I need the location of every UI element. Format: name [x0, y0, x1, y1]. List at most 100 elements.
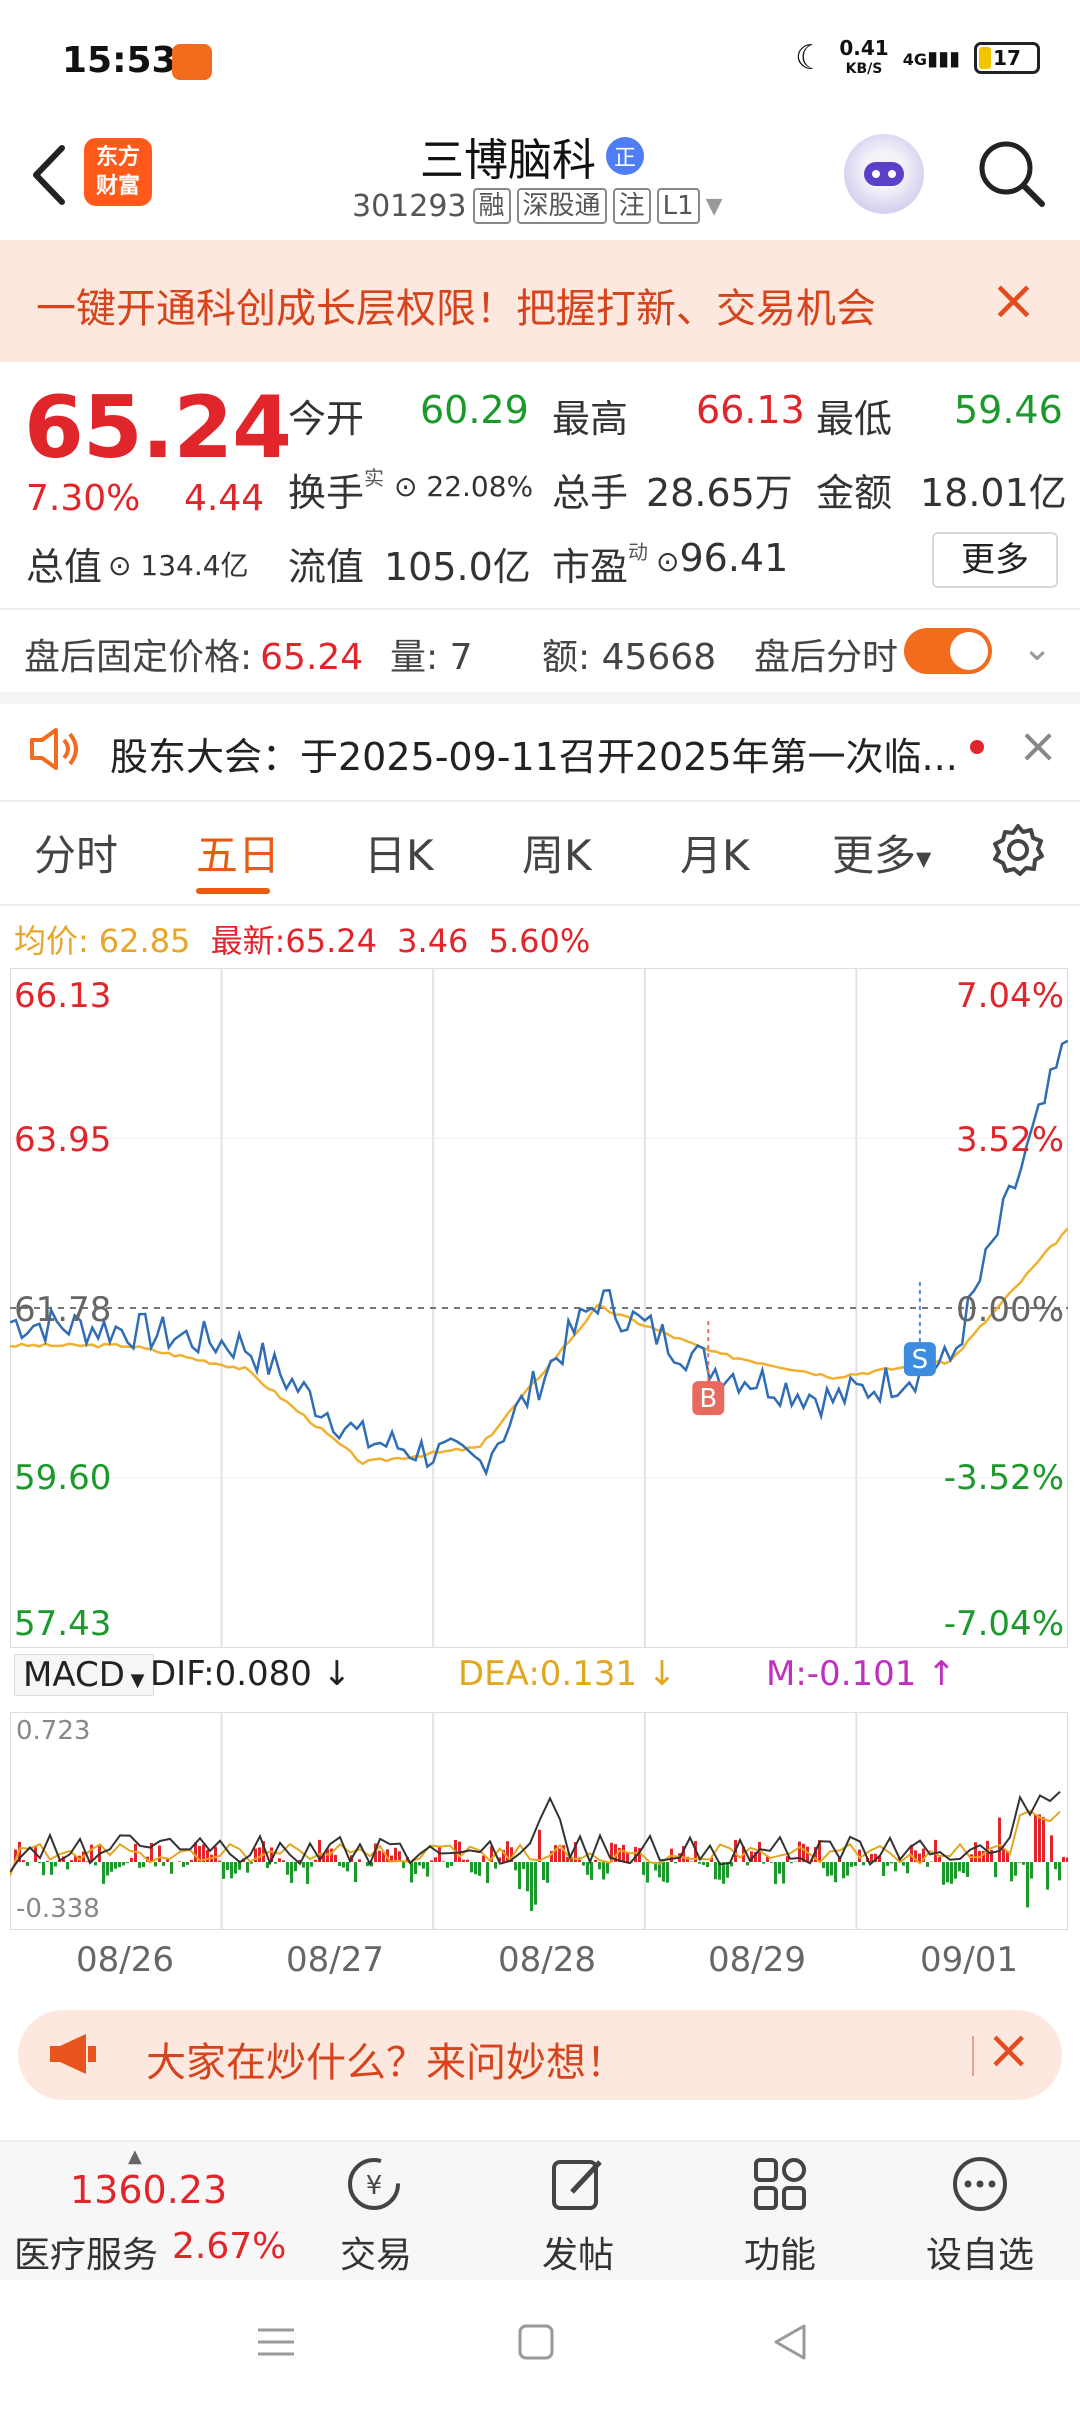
- macd-bar: [538, 1829, 541, 1862]
- macd-bottom-label: -0.338: [16, 1894, 100, 1924]
- macd-bar: [302, 1862, 305, 1868]
- y-label-left: 61.78: [14, 1290, 112, 1330]
- nav-function[interactable]: 功能: [710, 2226, 850, 2278]
- turnover-label: 换手实: [288, 466, 385, 515]
- macd-bar: [290, 1862, 293, 1884]
- macd-bar: [854, 1862, 857, 1866]
- macd-bar: [542, 1862, 545, 1881]
- macd-bar: [530, 1862, 533, 1912]
- macd-bar: [714, 1862, 717, 1880]
- chevron-down-icon[interactable]: ⌄: [1022, 628, 1052, 669]
- macd-bar: [746, 1862, 749, 1866]
- menu-icon[interactable]: [256, 2322, 296, 2362]
- more-dots-icon[interactable]: [950, 2154, 1010, 2214]
- macd-bar: [486, 1862, 489, 1884]
- home-square-icon[interactable]: [516, 2322, 556, 2362]
- post-icon[interactable]: [548, 2154, 608, 2214]
- macd-bar: [546, 1862, 549, 1883]
- five-day-chart[interactable]: BS: [10, 968, 1068, 1648]
- macd-bar: [946, 1862, 949, 1883]
- macd-bar: [258, 1847, 261, 1862]
- macd-bar: [1042, 1817, 1045, 1862]
- macd-bar: [154, 1862, 157, 1867]
- nav-add-watchlist[interactable]: 设自选: [910, 2226, 1050, 2278]
- macd-bar: [394, 1847, 397, 1862]
- macd-bar: [114, 1862, 117, 1869]
- y-label-right: 7.04%: [955, 976, 1064, 1016]
- macd-bar: [598, 1862, 601, 1870]
- gear-icon[interactable]: [990, 822, 1046, 878]
- trade-marker-label: B: [699, 1384, 717, 1414]
- macd-bar: [942, 1862, 945, 1885]
- macd-bar: [586, 1862, 589, 1875]
- tag-sgt: 深股通: [516, 188, 607, 224]
- trade-icon[interactable]: ¥: [344, 2154, 404, 2214]
- macd-bar: [170, 1862, 173, 1874]
- promo-text: 一键开通科创成长层权限！把握打新、交易机会: [36, 286, 876, 332]
- macd-bar: [938, 1856, 941, 1862]
- macd-bar: [882, 1862, 885, 1877]
- macd-bar: [1058, 1862, 1061, 1881]
- tab-fenshi[interactable]: 分时: [34, 822, 118, 883]
- battery-icon: 17: [974, 42, 1040, 74]
- macd-bar: [702, 1862, 705, 1866]
- macd-chart[interactable]: [10, 1712, 1068, 1930]
- macd-bar: [122, 1862, 125, 1866]
- high-label: 最高: [552, 397, 629, 441]
- status-right: ☾ 0.41 KB/S 4G▮▮▮ 17: [795, 38, 1040, 78]
- back-triangle-icon[interactable]: [770, 2322, 810, 2362]
- dropdown-triangle-icon[interactable]: ▼: [706, 194, 723, 219]
- sector-index-value[interactable]: 1360.23: [70, 2168, 227, 2212]
- macd-bar: [238, 1862, 241, 1870]
- tab-yuek[interactable]: 月K: [680, 822, 750, 883]
- status-time: 15:53: [62, 40, 177, 81]
- search-icon[interactable]: [974, 136, 1048, 210]
- macd-bar: [974, 1842, 977, 1862]
- macd-top-label: 0.723: [16, 1716, 91, 1746]
- tab-rik[interactable]: 日K: [364, 822, 434, 883]
- tab-zhouk[interactable]: 周K: [522, 822, 592, 883]
- macd-bar: [346, 1862, 349, 1872]
- macd-bar: [178, 1861, 181, 1862]
- low-value: 59.46: [954, 388, 1063, 432]
- divider: [0, 904, 1080, 906]
- app-notification-icon: [172, 44, 212, 80]
- macd-bar: [106, 1862, 109, 1876]
- close-icon[interactable]: ×: [1018, 718, 1058, 774]
- sector-pct: 2.67%: [172, 2226, 287, 2267]
- sector-name[interactable]: 医疗服务: [14, 2226, 158, 2278]
- close-icon[interactable]: ×: [986, 2018, 1031, 2081]
- stock-subtitle: 301293 融 深股通 注 L1 ▼: [352, 188, 723, 224]
- app-logo: 东方 财富: [84, 138, 152, 206]
- nav-post[interactable]: 发帖: [508, 2226, 648, 2278]
- macd-bar: [774, 1862, 777, 1885]
- tab-more[interactable]: 更多▼: [832, 822, 931, 883]
- macd-bar: [1018, 1862, 1021, 1863]
- notice-text[interactable]: 股东大会：于2025-09-11召开2025年第一次临...: [110, 726, 958, 781]
- back-arrow-icon[interactable]: [26, 140, 76, 210]
- tab-wuri[interactable]: 五日: [196, 822, 280, 883]
- macd-bar: [826, 1862, 829, 1877]
- function-grid-icon[interactable]: [750, 2154, 810, 2214]
- speaker-icon: [30, 728, 78, 770]
- dea-label: DEA:0.131 ↓: [458, 1654, 677, 1694]
- dropdown-triangle-icon: ▼: [124, 1670, 145, 1691]
- close-icon[interactable]: ×: [990, 268, 1037, 333]
- macd-bar: [450, 1862, 453, 1866]
- macd-bar: [50, 1862, 53, 1875]
- afterhours-toggle[interactable]: [904, 628, 992, 674]
- promo-banner[interactable]: 一键开通科创成长层权限！把握打新、交易机会 ×: [0, 240, 1080, 362]
- macd-bar: [126, 1862, 129, 1863]
- more-button[interactable]: 更多: [932, 532, 1058, 588]
- robot-avatar[interactable]: [844, 134, 924, 214]
- macd-bar: [442, 1861, 445, 1862]
- macd-selector[interactable]: MACD ▼: [14, 1654, 154, 1696]
- change-value: 4.44: [184, 478, 265, 519]
- macd-bar: [762, 1862, 765, 1864]
- afterhours-volume: 量: 7: [390, 637, 473, 678]
- macd-bar: [518, 1862, 521, 1890]
- macd-bar: [558, 1848, 561, 1862]
- nav-trade[interactable]: 交易: [306, 2226, 446, 2278]
- stock-code: 301293: [352, 188, 467, 224]
- avg-line-info: 均价: 62.85 最新:65.24 3.46 5.60%: [14, 922, 591, 960]
